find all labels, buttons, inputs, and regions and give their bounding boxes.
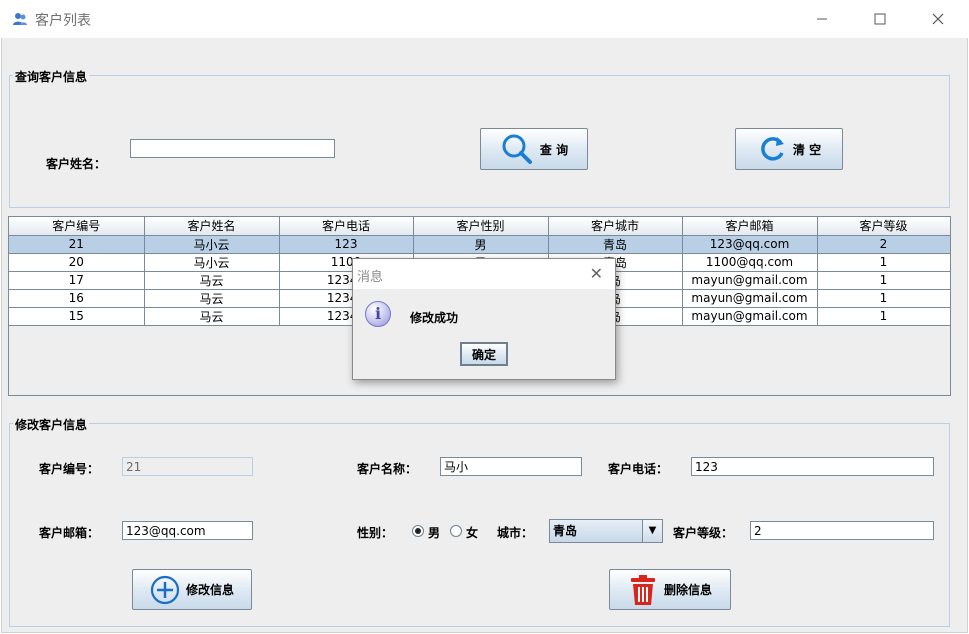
table-row[interactable]: 21 马小云 123 男 青岛 123@qq.com 2	[9, 235, 951, 254]
name-label: 客户名称：	[357, 462, 418, 476]
column-header[interactable]: 客户邮箱	[682, 217, 818, 236]
query-name-input[interactable]	[130, 139, 335, 158]
table-cell: 马小云	[144, 235, 280, 254]
table-cell: 16	[9, 289, 145, 308]
message-dialog: 消息 ✕ i 修改成功 确定	[352, 258, 616, 380]
table-cell: 1	[817, 307, 951, 326]
dialog-title-bar[interactable]: 消息 ✕	[353, 259, 615, 289]
level-field[interactable]	[750, 521, 934, 540]
phone-label: 客户电话：	[608, 462, 669, 476]
minimize-button[interactable]	[794, 0, 850, 38]
gender-female-label[interactable]: 女	[466, 524, 478, 541]
close-icon	[932, 13, 944, 25]
table-cell: 21	[9, 235, 145, 254]
table-cell: mayun@gmail.com	[682, 271, 818, 290]
delete-button-label: 删除信息	[663, 583, 712, 597]
query-group-title: 查询客户信息	[13, 68, 90, 85]
chevron-down-icon[interactable]: ▼	[642, 520, 662, 542]
table-cell: 青岛	[548, 235, 683, 254]
app-users-icon	[13, 13, 27, 25]
minimize-icon	[817, 18, 827, 20]
info-icon: i	[365, 301, 391, 327]
search-icon	[502, 134, 532, 164]
table-cell: 2	[817, 235, 951, 254]
column-header[interactable]: 客户等级	[817, 217, 951, 236]
dialog-title: 消息	[357, 270, 384, 285]
trash-icon	[630, 574, 655, 605]
dialog-message: 修改成功	[410, 311, 459, 325]
gender-label: 性别：	[357, 526, 394, 540]
level-label: 客户等级：	[673, 526, 734, 540]
table-cell: 1100@qq.com	[682, 253, 818, 272]
maximize-button[interactable]	[852, 0, 908, 38]
column-header[interactable]: 客户编号	[9, 217, 145, 236]
plus-circle-icon	[150, 575, 180, 604]
gender-female-radio[interactable]	[450, 525, 462, 537]
table-cell: 马云	[144, 271, 280, 290]
ok-button[interactable]: 确定	[460, 342, 508, 366]
id-field	[122, 457, 253, 476]
close-button[interactable]	[910, 0, 966, 38]
gender-male-label[interactable]: 男	[428, 524, 440, 541]
table-cell: 男	[413, 235, 549, 254]
gender-male-radio[interactable]	[412, 525, 424, 537]
query-button[interactable]: 查 询	[480, 128, 588, 170]
query-name-label: 客户姓名：	[46, 157, 107, 171]
table-cell: 15	[9, 307, 145, 326]
title-bar: 客户列表	[0, 0, 969, 38]
name-field[interactable]	[440, 457, 582, 476]
table-cell: 17	[9, 271, 145, 290]
email-field[interactable]	[122, 521, 253, 540]
column-header[interactable]: 客户电话	[279, 217, 414, 236]
dialog-close-icon[interactable]: ✕	[590, 264, 603, 283]
column-header[interactable]: 客户城市	[548, 217, 683, 236]
edit-group-title: 修改客户信息	[13, 416, 90, 433]
column-header[interactable]: 客户姓名	[144, 217, 280, 236]
table-cell: 1	[817, 271, 951, 290]
table-cell: 马云	[144, 289, 280, 308]
table-cell: 123@qq.com	[682, 235, 818, 254]
table-cell: mayun@gmail.com	[682, 289, 818, 308]
city-select[interactable]: 青岛 ▼	[549, 519, 663, 543]
window-title: 客户列表	[35, 13, 91, 29]
table-cell: 1	[817, 253, 951, 272]
update-button[interactable]: 修改信息	[132, 569, 252, 610]
email-label: 客户邮箱：	[39, 526, 100, 540]
column-header[interactable]: 客户性别	[413, 217, 549, 236]
clear-button-label: 清 空	[792, 142, 822, 157]
clear-button[interactable]: 清 空	[735, 128, 843, 170]
table-header-row: 客户编号 客户姓名 客户电话 客户性别 客户城市 客户邮箱 客户等级	[9, 217, 951, 236]
ok-button-label: 确定	[471, 347, 496, 362]
maximize-icon	[874, 13, 886, 25]
city-label: 城市：	[497, 526, 534, 540]
table-cell: mayun@gmail.com	[682, 307, 818, 326]
table-cell: 马云	[144, 307, 280, 326]
id-label: 客户编号：	[39, 462, 100, 476]
delete-button[interactable]: 删除信息	[609, 569, 731, 610]
query-button-label: 查 询	[539, 142, 569, 157]
table-cell: 123	[279, 235, 414, 254]
table-cell: 马小云	[144, 253, 280, 272]
refresh-icon	[761, 137, 784, 161]
table-cell: 20	[9, 253, 145, 272]
update-button-label: 修改信息	[185, 583, 234, 597]
table-cell: 1	[817, 289, 951, 308]
city-select-value: 青岛	[553, 524, 578, 538]
phone-field[interactable]	[691, 457, 934, 476]
